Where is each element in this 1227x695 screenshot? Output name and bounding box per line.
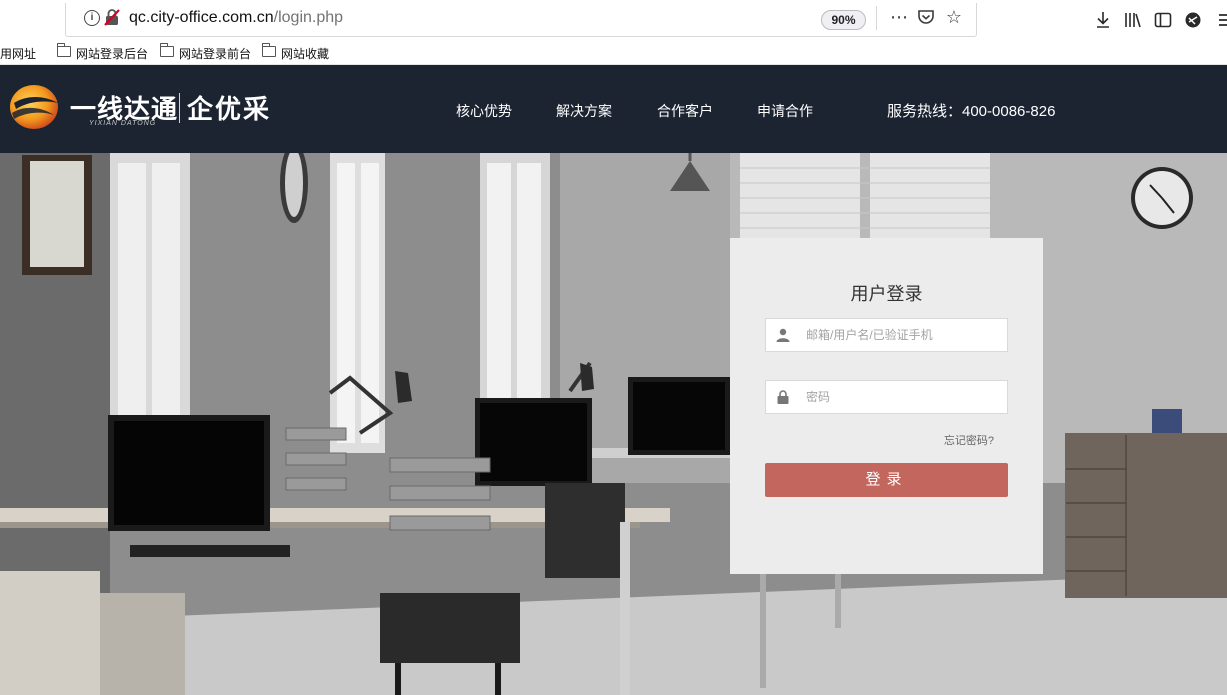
star-icon[interactable]: ☆ [943,6,965,28]
nav-solutions[interactable]: 解决方案 [556,101,612,121]
nav-core-advantages[interactable]: 核心优势 [456,101,512,121]
logo-pinyin: YIXIAN DATONG [89,120,157,127]
menu-icon[interactable] [1213,9,1227,31]
bookmark-folder[interactable]: 网站登录后台 [76,45,148,62]
lock-icon [777,390,789,404]
site-header: 一线达通 YIXIAN DATONG 企优采 核心优势 解决方案 合作客户 申请… [0,65,1227,153]
zoom-indicator[interactable]: 90% [821,10,866,30]
url-path: /login.php [273,9,344,26]
bookmark-folder[interactable]: 网站登录前台 [179,45,251,62]
user-icon [776,328,790,342]
nav-clients[interactable]: 合作客户 [657,101,713,121]
forgot-password-link[interactable]: 忘记密码? [944,432,994,448]
download-icon[interactable] [1092,9,1114,31]
company-logo-icon[interactable] [8,83,60,131]
folder-icon [261,43,276,57]
password-field[interactable] [765,380,1008,414]
sidebar-icon[interactable] [1152,9,1174,31]
insecure-lock-icon[interactable] [104,9,120,26]
url-host: qc.city-office.com.cn [129,9,274,26]
username-field[interactable] [765,318,1008,352]
pocket-icon[interactable] [915,6,937,28]
bookmarks-bar: 用网址 网站登录后台 网站登录前台 网站收藏 [0,40,1227,65]
login-panel: 用户登录 忘记密码? 登录 [730,238,1043,574]
login-button[interactable]: 登录 [765,463,1008,497]
extension-icon[interactable] [1182,9,1204,31]
url-separator [876,6,877,30]
folder-icon [56,43,71,57]
site-info-icon[interactable]: i [84,10,100,26]
ellipsis-icon[interactable]: ⋯ [888,6,910,28]
password-input[interactable] [806,381,1001,413]
logo-divider [179,93,180,123]
library-icon[interactable] [1122,9,1144,31]
service-hotline: 服务热线：400-0086-826 [887,103,1056,120]
login-title: 用户登录 [850,284,923,304]
username-input[interactable] [806,319,1001,351]
bookmark-folder[interactable]: 网站收藏 [281,45,329,62]
browser-toolbar: i qc.city-office.com.cn/login.php 90% ⋯ … [0,0,1227,40]
url-text[interactable]: qc.city-office.com.cn/login.php [129,9,343,27]
folder-icon [159,43,174,57]
bookmark-item[interactable]: 用网址 [0,45,36,62]
nav-apply-cooperation[interactable]: 申请合作 [757,101,813,121]
brand-name: 企优采 [187,94,272,124]
